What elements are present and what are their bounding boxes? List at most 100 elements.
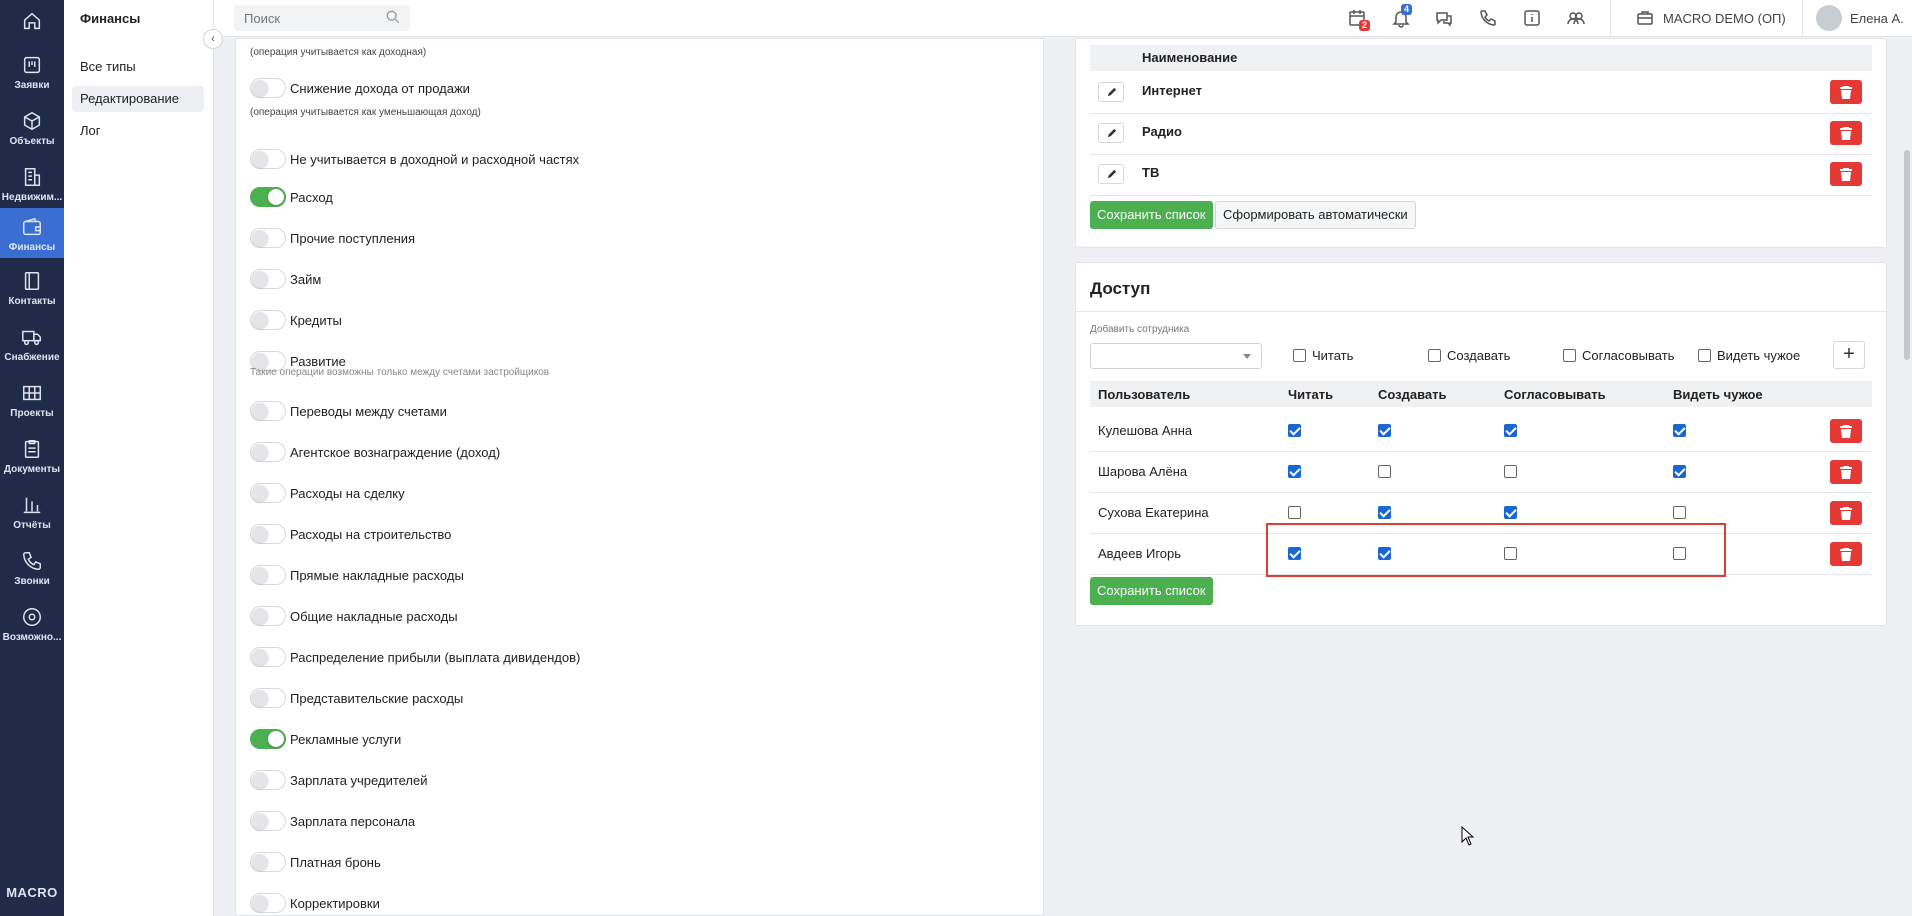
operation-type-toggle[interactable]	[250, 442, 286, 462]
operation-type-toggle[interactable]	[250, 524, 286, 544]
operation-type-toggle[interactable]	[250, 401, 286, 421]
operation-type-toggle[interactable]	[250, 811, 286, 831]
new-see-others-checkbox[interactable]	[1698, 349, 1711, 362]
operation-type-toggle[interactable]	[250, 606, 286, 626]
operation-type-toggle[interactable]	[250, 688, 286, 708]
rail-item-documents[interactable]: Документы	[0, 430, 64, 486]
operation-type-row: Платная бронь	[250, 851, 381, 873]
pencil-icon	[1107, 128, 1116, 137]
operation-type-toggle[interactable]	[250, 187, 286, 207]
calendar-button[interactable]: 2	[1347, 8, 1371, 31]
access-see-checkbox[interactable]	[1673, 465, 1686, 478]
edit-button[interactable]	[1098, 164, 1124, 184]
notifications-button[interactable]: 4	[1391, 4, 1413, 28]
delete-user-button[interactable]	[1830, 460, 1862, 484]
operation-type-toggle[interactable]	[250, 483, 286, 503]
side-item-editing[interactable]: Редактирование	[72, 86, 204, 112]
col-see-others: Видеть чужое	[1673, 387, 1763, 402]
topbar-divider	[1802, 0, 1803, 37]
briefcase-icon	[1637, 11, 1653, 25]
access-create-checkbox[interactable]	[1378, 424, 1391, 437]
operation-type-row: Переводы между счетами	[250, 400, 447, 422]
auto-generate-button[interactable]: Сформировать автоматически	[1215, 201, 1416, 229]
access-approve-checkbox[interactable]	[1504, 465, 1517, 478]
delete-user-button[interactable]	[1830, 501, 1862, 525]
access-read-checkbox[interactable]	[1288, 424, 1301, 437]
truck-icon	[22, 330, 41, 346]
rail-item-contacts[interactable]: Контакты	[0, 262, 64, 318]
collapse-sidebar-button[interactable]: ‹	[203, 29, 223, 49]
new-approve-checkbox[interactable]	[1563, 349, 1576, 362]
operation-type-toggle[interactable]	[250, 310, 286, 330]
save-access-button[interactable]: Сохранить список	[1090, 577, 1213, 605]
operation-type-label: Агентское вознаграждение (доход)	[290, 444, 501, 460]
operation-type-row: Прямые накладные расходы	[250, 564, 464, 586]
operation-type-toggle[interactable]	[250, 647, 286, 667]
operation-type-toggle[interactable]	[250, 852, 286, 872]
rail-item-realty[interactable]: Недвижим...	[0, 158, 64, 214]
operation-type-toggle[interactable]	[250, 729, 286, 749]
add-user-button[interactable]: +	[1833, 341, 1865, 369]
rail-item-supply[interactable]: Снабжение	[0, 318, 64, 374]
page-scrollbar[interactable]	[1904, 150, 1910, 360]
new-create-checkbox[interactable]	[1428, 349, 1441, 362]
access-create-checkbox[interactable]	[1378, 506, 1391, 519]
operation-type-toggle[interactable]	[250, 893, 286, 913]
company-name[interactable]: MACRO DEMO (ОП)	[1663, 11, 1786, 26]
macro-logo: MACRO	[6, 885, 58, 900]
edit-button[interactable]	[1098, 82, 1124, 102]
company-switch-button[interactable]	[1635, 8, 1655, 28]
reports-icon	[23, 497, 41, 514]
search-input[interactable]	[234, 5, 410, 31]
access-approve-checkbox[interactable]	[1504, 506, 1517, 519]
delete-button[interactable]	[1830, 80, 1862, 104]
operation-type-toggle[interactable]	[250, 770, 286, 790]
chat-icon	[1436, 12, 1452, 27]
operation-type-toggle[interactable]	[250, 565, 286, 585]
operation-type-row: Агентское вознаграждение (доход)	[250, 441, 500, 463]
telephony-button[interactable]	[1478, 8, 1498, 28]
access-user-name: Кулешова Анна	[1098, 423, 1193, 438]
delete-user-button[interactable]	[1830, 542, 1862, 566]
delete-button[interactable]	[1830, 162, 1862, 186]
save-list-button[interactable]: Сохранить список	[1090, 201, 1213, 229]
operation-type-label: Займ	[290, 271, 322, 287]
user-name[interactable]: Елена А.	[1850, 11, 1904, 26]
delete-button[interactable]	[1830, 121, 1862, 145]
rail-item-reports[interactable]: Отчёты	[0, 486, 64, 542]
team-button[interactable]	[1566, 8, 1586, 28]
side-item-all-types[interactable]: Все типы	[72, 54, 204, 80]
operation-type-row: Рекламные услуги	[250, 728, 401, 750]
employee-select[interactable]	[1090, 343, 1262, 369]
access-read-checkbox[interactable]	[1288, 465, 1301, 478]
user-avatar[interactable]	[1816, 5, 1842, 31]
access-create-checkbox[interactable]	[1378, 465, 1391, 478]
rail-item-projects[interactable]: Проекты	[0, 374, 64, 430]
chat-button[interactable]	[1434, 8, 1454, 28]
rail-item-features[interactable]: Возможно...	[0, 598, 64, 654]
name-item: Радио	[1142, 124, 1182, 139]
access-see-checkbox[interactable]	[1673, 424, 1686, 437]
rail-item-finance[interactable]: Финансы	[0, 208, 64, 258]
search-icon	[386, 10, 400, 24]
side-item-log[interactable]: Лог	[72, 118, 204, 144]
operation-type-toggle[interactable]	[250, 78, 286, 98]
info-button[interactable]	[1522, 8, 1542, 28]
access-approve-checkbox[interactable]	[1504, 424, 1517, 437]
phone-icon	[23, 552, 41, 570]
access-read-checkbox[interactable]	[1288, 506, 1301, 519]
operation-type-toggle[interactable]	[250, 269, 286, 289]
rail-item-calls[interactable]: Звонки	[0, 542, 64, 598]
access-see-checkbox[interactable]	[1673, 506, 1686, 519]
edit-button[interactable]	[1098, 123, 1124, 143]
projects-icon	[23, 385, 41, 401]
operation-type-toggle[interactable]	[250, 149, 286, 169]
operation-type-row: Представительские расходы	[250, 687, 463, 709]
rail-item-requests[interactable]: Заявки	[0, 46, 64, 102]
operation-type-toggle[interactable]	[250, 228, 286, 248]
delete-user-button[interactable]	[1830, 419, 1862, 443]
new-read-checkbox[interactable]	[1293, 349, 1306, 362]
users-icon	[1567, 12, 1585, 25]
operation-type-label: Зарплата учредителей	[290, 772, 428, 788]
rail-item-objects[interactable]: Объекты	[0, 102, 64, 158]
